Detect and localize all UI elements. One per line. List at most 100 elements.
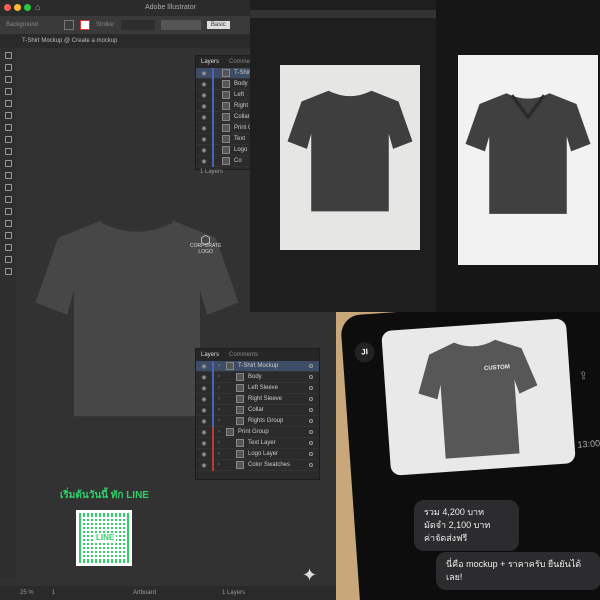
layer-row[interactable]: ◉ Logo — [196, 144, 254, 156]
layer-color-bar — [212, 133, 214, 145]
target-icon[interactable] — [309, 375, 313, 379]
expand-chevron-icon[interactable]: › — [218, 429, 222, 435]
maximize-button[interactable] — [24, 4, 31, 11]
eye-icon[interactable]: ◉ — [196, 418, 212, 425]
mockup-image-message[interactable]: CUSTOM — [381, 318, 576, 476]
brush-select[interactable]: Basic — [207, 21, 230, 29]
target-icon[interactable] — [309, 397, 313, 401]
expand-chevron-icon[interactable]: › — [218, 374, 232, 380]
tab-layers[interactable]: Layers — [201, 352, 219, 358]
eye-icon[interactable]: ◉ — [196, 70, 212, 77]
eye-icon[interactable]: ◉ — [196, 92, 212, 99]
eye-icon[interactable]: ◉ — [196, 429, 212, 436]
target-icon[interactable] — [309, 408, 313, 412]
eye-icon[interactable]: ◉ — [196, 81, 212, 88]
expand-chevron-icon[interactable]: › — [218, 451, 232, 457]
layer-row[interactable]: ◉ T-Shirt — [196, 67, 254, 79]
layer-row[interactable]: ◉ › Text Layer — [196, 437, 319, 449]
eye-icon[interactable]: ◉ — [196, 136, 212, 143]
layer-row[interactable]: ◉ Text — [196, 133, 254, 145]
gradient-tool-icon[interactable] — [4, 208, 12, 215]
home-icon[interactable]: ⌂ — [35, 2, 40, 12]
layer-name: Collar — [234, 114, 250, 120]
chart-tool-icon[interactable] — [4, 232, 12, 239]
eye-icon[interactable]: ◉ — [196, 147, 212, 154]
pencil-tool-icon[interactable] — [4, 136, 12, 143]
tab-comments[interactable]: Comments — [229, 352, 258, 358]
share-icon[interactable]: ⇪ — [578, 369, 588, 383]
stroke-weight-field[interactable] — [121, 20, 156, 30]
direct-select-tool-icon[interactable] — [4, 64, 12, 71]
eye-icon[interactable]: ◉ — [196, 407, 212, 414]
layer-row[interactable]: ◉ Right — [196, 100, 254, 112]
type-tool-icon[interactable] — [4, 88, 12, 95]
hand-tool-icon[interactable] — [4, 256, 12, 263]
eye-icon[interactable]: ◉ — [196, 114, 212, 121]
eye-icon[interactable]: ◉ — [196, 396, 212, 403]
eraser-tool-icon[interactable] — [4, 148, 12, 155]
stroke-none-swatch[interactable] — [80, 20, 91, 30]
target-icon[interactable] — [309, 452, 313, 456]
target-icon[interactable] — [309, 364, 313, 368]
scale-tool-icon[interactable] — [4, 172, 12, 179]
layer-row[interactable]: ◉ › Right Sleeve — [196, 393, 319, 405]
eye-icon[interactable]: ◉ — [196, 385, 212, 392]
layer-row[interactable]: ◉ Left — [196, 89, 254, 101]
artboard-tool-icon[interactable] — [4, 244, 12, 251]
layer-row[interactable]: ◉ Collar — [196, 111, 254, 123]
eye-icon[interactable]: ◉ — [196, 363, 212, 370]
close-button[interactable] — [4, 4, 11, 11]
layer-row[interactable]: ◉ › Rights Group — [196, 415, 319, 427]
line-tool-icon[interactable] — [4, 100, 12, 107]
expand-chevron-icon[interactable]: › — [218, 462, 232, 468]
expand-chevron-icon[interactable]: › — [218, 396, 232, 402]
layer-row[interactable]: ◉ Co — [196, 155, 254, 167]
selection-tool-icon[interactable] — [4, 52, 12, 59]
expand-chevron-icon[interactable]: › — [218, 407, 232, 413]
variable-width-field[interactable] — [161, 20, 202, 30]
target-icon[interactable] — [309, 419, 313, 423]
target-icon[interactable] — [309, 430, 313, 434]
zoom-tool-icon[interactable] — [4, 268, 12, 275]
eye-icon[interactable]: ◉ — [196, 125, 212, 132]
eye-icon[interactable]: ◉ — [196, 158, 212, 165]
shape-builder-tool-icon[interactable] — [4, 196, 12, 203]
expand-chevron-icon[interactable]: › — [218, 418, 232, 424]
layer-row[interactable]: ◉ › Color Swatches — [196, 459, 319, 471]
layer-row[interactable]: ◉ › Collar — [196, 404, 319, 416]
eyedropper-tool-icon[interactable] — [4, 220, 12, 227]
layer-row[interactable]: ◉ › Body — [196, 371, 319, 383]
avatar[interactable]: JI — [353, 341, 376, 364]
target-icon[interactable] — [309, 441, 313, 445]
fill-swatch[interactable] — [64, 20, 75, 30]
eye-icon[interactable]: ◉ — [196, 103, 212, 110]
expand-chevron-icon[interactable]: › — [218, 385, 232, 391]
pen-tool-icon[interactable] — [4, 76, 12, 83]
eye-icon[interactable]: ◉ — [196, 462, 212, 469]
eye-icon[interactable]: ◉ — [196, 374, 212, 381]
layer-row[interactable]: ◉ Body — [196, 78, 254, 90]
rectangle-tool-icon[interactable] — [4, 112, 12, 119]
eye-icon[interactable]: ◉ — [196, 440, 212, 447]
zoom-level[interactable]: 25 % — [20, 590, 34, 596]
stroke-label: Stroke: — [96, 22, 116, 28]
layer-row[interactable]: ◉ › Print Group — [196, 426, 319, 438]
width-tool-icon[interactable] — [4, 184, 12, 191]
rotate-tool-icon[interactable] — [4, 160, 12, 167]
layer-row[interactable]: ◉ Print G — [196, 122, 254, 134]
minimize-button[interactable] — [14, 4, 21, 11]
layer-row[interactable]: ◉ › Logo Layer — [196, 448, 319, 460]
message-timestamp: 13:00 — [577, 438, 600, 450]
target-icon[interactable] — [309, 386, 313, 390]
target-icon[interactable] — [309, 463, 313, 467]
layer-row[interactable]: ◉ › Left Sleeve — [196, 382, 319, 394]
expand-chevron-icon[interactable]: › — [218, 440, 232, 446]
artboard-number[interactable]: 1 — [52, 590, 55, 596]
layer-row[interactable]: ◉ › T-Shirt Mockup — [196, 360, 319, 372]
eye-icon[interactable]: ◉ — [196, 451, 212, 458]
line-qr-code[interactable]: LINE — [76, 510, 132, 566]
tab-layers[interactable]: Layers — [201, 59, 219, 65]
expand-chevron-icon[interactable]: › — [218, 363, 222, 369]
layer-color-bar — [212, 144, 214, 156]
brush-tool-icon[interactable] — [4, 124, 12, 131]
